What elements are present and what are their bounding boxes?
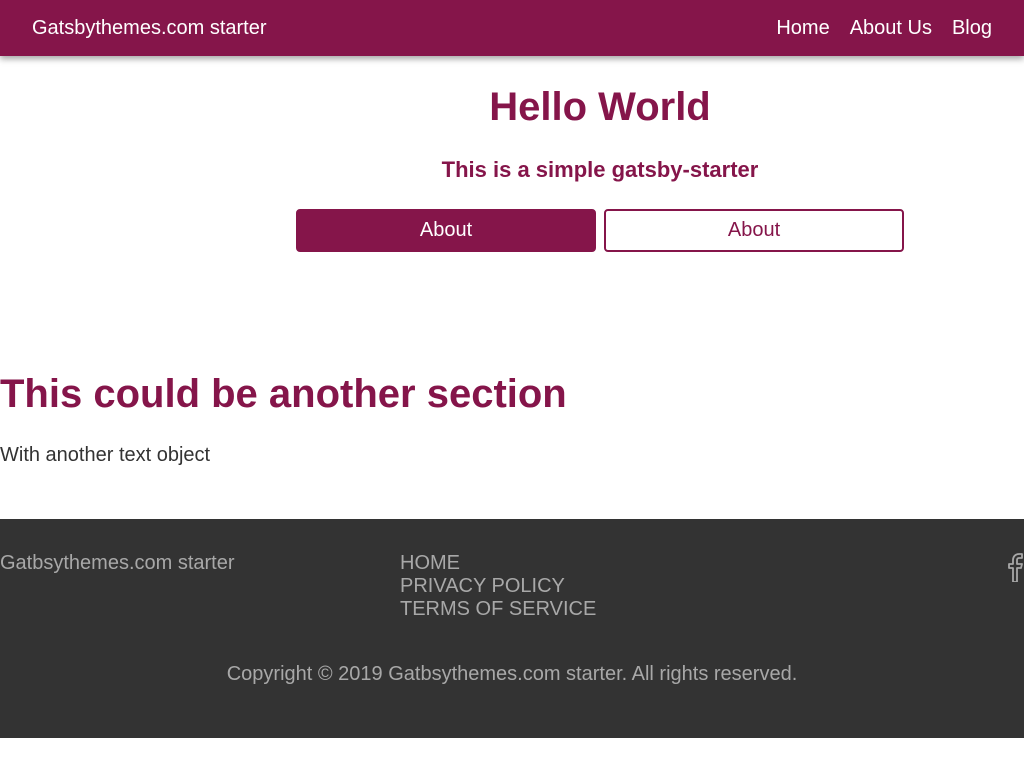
footer-home-link[interactable]: HOME [400, 552, 596, 575]
main-nav: Home About Us Blog [776, 17, 992, 39]
footer-links: HOME PRIVACY POLICY TERMS OF SERVICE [400, 552, 596, 621]
site-footer: Gatbsythemes.com starter HOME PRIVACY PO… [0, 519, 1024, 738]
about-primary-button[interactable]: About [296, 209, 596, 252]
nav-home-link[interactable]: Home [776, 17, 829, 39]
copyright-text: Copyright © 2019 Gatbsythemes.com starte… [226, 663, 798, 685]
brand-link[interactable]: Gatsbythemes.com starter [32, 17, 267, 39]
footer-terms-of-service-link[interactable]: TERMS OF SERVICE [400, 598, 596, 621]
nav-blog-link[interactable]: Blog [952, 17, 992, 39]
hero-title: Hello World [489, 85, 711, 129]
another-section: This could be another section With anoth… [0, 370, 1024, 466]
about-outline-button[interactable]: About [604, 209, 904, 252]
footer-privacy-policy-link[interactable]: PRIVACY POLICY [400, 575, 596, 598]
another-section-text: With another text object [0, 444, 211, 466]
facebook-icon[interactable] [1004, 552, 1024, 582]
nav-about-us-link[interactable]: About Us [850, 17, 932, 39]
hero-button-group: About About [296, 209, 904, 252]
another-section-title: This could be another section [0, 372, 567, 416]
hero-subtitle: This is a simple gatsby-starter [441, 157, 759, 182]
hero-section: Hello World This is a simple gatsby-star… [296, 56, 904, 252]
footer-brand: Gatbsythemes.com starter [0, 552, 235, 574]
top-navbar: Gatsbythemes.com starter Home About Us B… [0, 0, 1024, 56]
